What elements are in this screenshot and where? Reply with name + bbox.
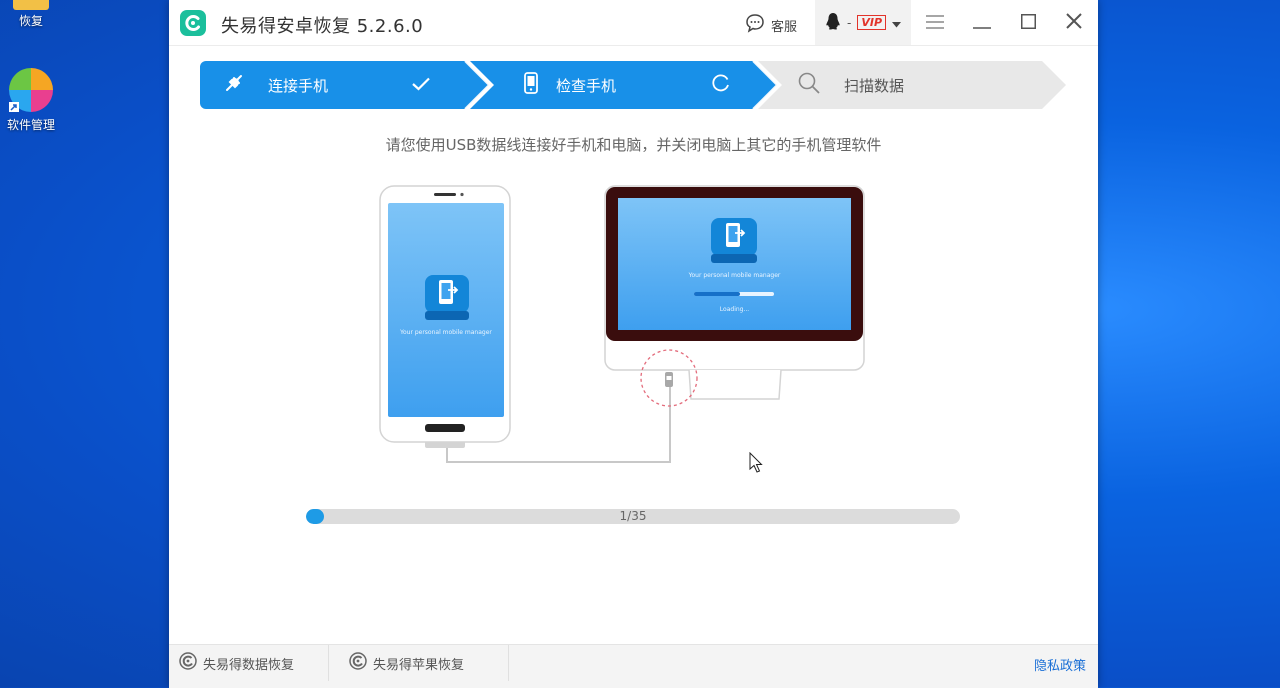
customer-service-button[interactable]: 客服 (745, 13, 797, 37)
step-label: 检查手机 (556, 76, 617, 95)
footer-tab-label: 失易得数据恢复 (203, 657, 295, 673)
privacy-policy-link[interactable]: 隐私政策 (1034, 655, 1086, 674)
app-logo-gray-icon (349, 652, 367, 674)
app-logo-icon (180, 10, 206, 36)
maximize-button[interactable] (1013, 8, 1043, 38)
close-icon (1066, 13, 1082, 33)
close-button[interactable] (1059, 8, 1089, 38)
desktop-icon-software-manager[interactable]: 软件管理 (4, 66, 58, 133)
step-connect-phone: 连接手机 (224, 61, 430, 109)
footer-tab-data-recovery[interactable]: 失易得数据恢复 (169, 645, 329, 681)
caret-down-icon (892, 13, 902, 32)
app-logo-gray-icon (179, 652, 197, 674)
pinwheel-icon (7, 66, 55, 114)
step-label: 扫描数据 (844, 76, 905, 95)
desktop-icon-recovery[interactable]: 恢复 (4, 0, 58, 29)
scan-progress-bar: 1/35 (306, 509, 960, 524)
minimize-button[interactable] (967, 8, 997, 38)
step-check-phone: 检查手机 (524, 61, 730, 109)
connection-illustration: Your personal mobile manager Your person… (369, 180, 889, 470)
chat-bubble-icon (745, 13, 765, 37)
title-bar: 失易得安卓恢复 5.2.6.0 客服 - VIP (169, 0, 1098, 46)
progress-text: 1/35 (619, 509, 647, 523)
monitor-screen-caption: Your personal mobile manager (688, 272, 781, 279)
account-menu[interactable]: - VIP (815, 0, 911, 45)
penguin-icon (825, 12, 841, 34)
phone-icon (524, 72, 538, 98)
monitor-loading-text: Loading... (719, 306, 750, 313)
desktop-icon-label: 软件管理 (6, 118, 55, 132)
footer-tab-label: 失易得苹果恢复 (373, 657, 465, 673)
desktop-icon-label: 恢复 (18, 14, 43, 28)
phone-screen-caption: Your personal mobile manager (400, 329, 492, 336)
account-name: - (847, 15, 852, 30)
mouse-cursor-icon (749, 451, 763, 478)
footer-tab-apple-recovery[interactable]: 失易得苹果恢复 (339, 645, 509, 681)
minimize-icon (973, 14, 991, 33)
step-indicator: 连接手机 检查手机 扫描数据 (200, 61, 1066, 109)
hamburger-icon (925, 14, 945, 33)
step-label: 连接手机 (268, 76, 329, 95)
loading-spinner-icon (712, 74, 730, 96)
step-scan-data: 扫描数据 (798, 61, 904, 109)
search-icon (798, 72, 820, 98)
app-title: 失易得安卓恢复 5.2.6.0 (221, 16, 424, 37)
plug-icon (224, 73, 244, 97)
menu-button[interactable] (920, 8, 950, 38)
vip-badge: VIP (857, 15, 887, 30)
checkmark-icon (412, 76, 430, 95)
app-window: 失易得安卓恢复 5.2.6.0 客服 - VIP 连接手机 检查手机 扫描数据 … (169, 0, 1098, 688)
customer-service-label: 客服 (771, 19, 798, 35)
maximize-icon (1020, 13, 1036, 33)
folder-icon (13, 0, 49, 10)
footer-bar: 失易得数据恢复 失易得苹果恢复 隐私政策 (169, 644, 1098, 688)
connection-hint: 请您使用USB数据线连接好手机和电脑，并关闭电脑上其它的手机管理软件 (385, 136, 882, 154)
